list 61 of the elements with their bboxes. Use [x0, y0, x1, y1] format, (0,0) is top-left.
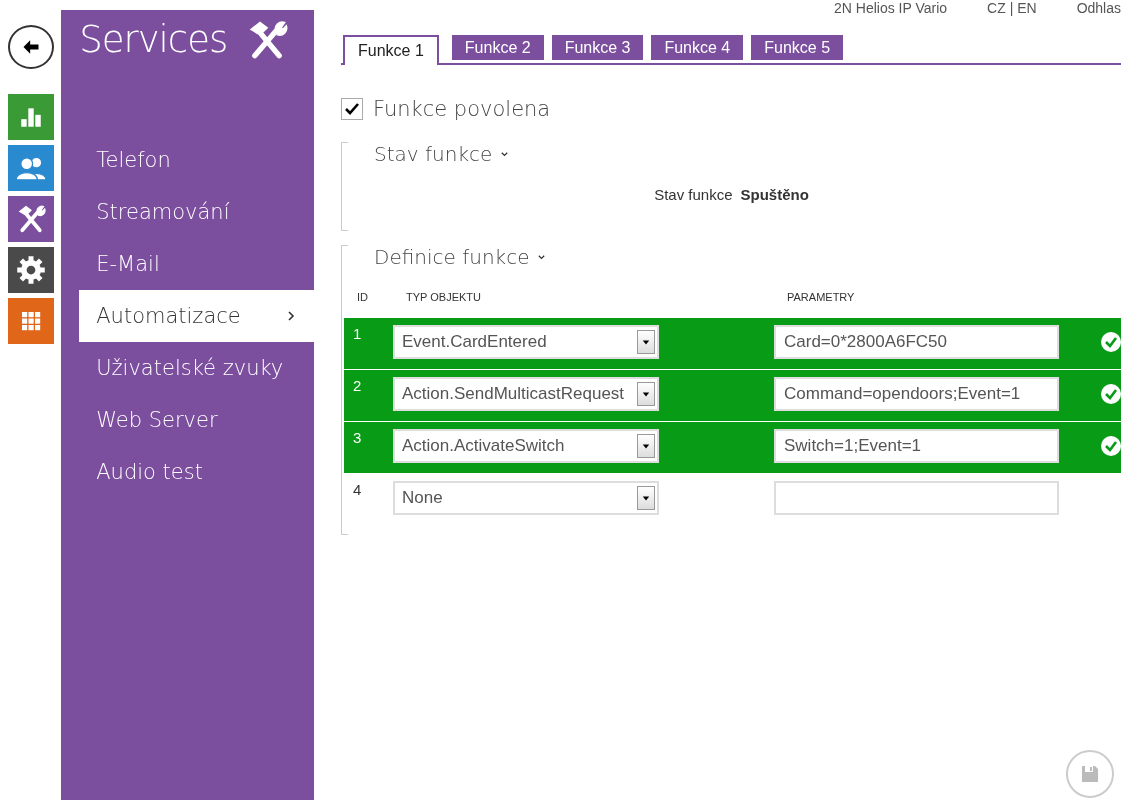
sidebar-title: Services [79, 18, 228, 61]
parameters-field[interactable]: Card=0*2800A6FC50 [774, 325, 1059, 359]
type-dropdown[interactable]: None [393, 481, 659, 515]
checkbox-label: Funkce povolena [373, 97, 551, 121]
checkmark-icon [344, 101, 360, 117]
sidebar-item[interactable]: E-Mail [79, 238, 314, 290]
back-button[interactable] [7, 25, 54, 69]
dropdown-arrow-icon [642, 494, 650, 502]
logout-link[interactable]: Odhlas [1076, 0, 1121, 16]
function-tab[interactable]: Funkce 5 [751, 35, 844, 60]
language-links: CZ | EN [987, 0, 1037, 16]
row-id: 4 [352, 481, 363, 498]
status-value: Spuštěno [740, 186, 809, 203]
parameters-field[interactable]: Command=opendoors;Event=1 [774, 377, 1059, 411]
section-header[interactable]: Stav funkce [342, 142, 510, 166]
row-id: 3 [352, 429, 363, 446]
gear-icon [15, 255, 46, 285]
system-nav-button[interactable] [7, 298, 54, 344]
sidebar-item[interactable]: Audio test [79, 446, 314, 498]
people-icon [15, 155, 46, 181]
sidebar-item-label: Web Server [96, 408, 218, 432]
function-tab[interactable]: Funkce 4 [651, 35, 744, 60]
sidebar-item-label: Automatizace [96, 304, 241, 328]
sidebar-item-label: Streamování [96, 200, 230, 224]
sidebar-item-label: Uživatelské zvuky [96, 356, 284, 380]
checkbox[interactable] [341, 98, 363, 120]
sidebar-item[interactable]: Telefon [79, 134, 314, 186]
save-button[interactable] [1066, 750, 1114, 798]
row-id: 2 [352, 377, 363, 394]
type-dropdown[interactable]: Event.CardEntered [393, 325, 659, 359]
directory-nav-button[interactable] [7, 145, 54, 191]
type-dropdown[interactable]: Action.ActivateSwitch [393, 429, 659, 463]
chevron-down-icon [537, 252, 547, 262]
column-header: PARAMETRY [786, 291, 856, 303]
sidebar-item[interactable]: Uživatelské zvuky [79, 342, 314, 394]
section-header[interactable]: Definice funkce [342, 245, 547, 269]
function-tab[interactable]: Funkce 2 [451, 35, 544, 60]
dropdown-arrow-icon [642, 338, 650, 346]
sidebar-item[interactable]: Automatizace [79, 290, 314, 342]
status-nav-button[interactable] [7, 94, 54, 140]
sidebar-item-label: E-Mail [96, 252, 160, 276]
type-dropdown[interactable]: Action.SendMulticastRequest [393, 377, 659, 411]
dropdown-arrow-icon [642, 390, 650, 398]
status-label: Stav funkce [654, 186, 733, 203]
chevron-right-icon [286, 311, 296, 321]
column-header: TYP OBJEKTU [405, 291, 482, 303]
parameters-field[interactable]: Switch=1;Event=1 [774, 429, 1059, 463]
chevron-down-icon [500, 149, 510, 159]
column-header: ID [356, 291, 369, 303]
device-name: 2N Helios IP Vario [834, 0, 948, 16]
sidebar-item-label: Audio test [96, 460, 203, 484]
row-id: 1 [352, 325, 363, 342]
sidebar-item-label: Telefon [96, 148, 171, 172]
dropdown-arrow-icon [642, 442, 650, 450]
sidebar-item[interactable]: Streamování [79, 186, 314, 238]
parameters-field[interactable] [774, 481, 1059, 515]
function-tab[interactable]: Funkce 1 [343, 35, 439, 65]
function-tab[interactable]: Funkce 3 [551, 35, 644, 60]
sidebar-item[interactable]: Web Server [79, 394, 314, 446]
hardware-nav-button[interactable] [7, 247, 54, 293]
services-nav-button[interactable] [7, 196, 54, 242]
